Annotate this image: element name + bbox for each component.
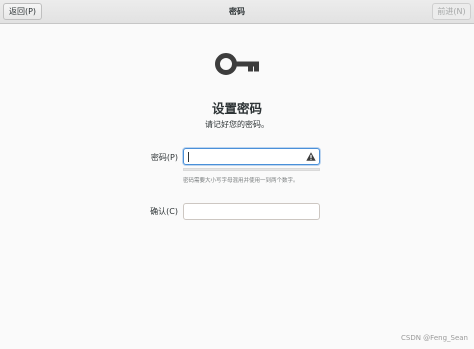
confirm-label: 确认(C) [150,207,178,216]
page-subtitle: 请记好您的密码。 [205,120,269,129]
next-button[interactable]: 前进(N) [432,3,471,20]
watermark: CSDN @Feng_Sean [401,334,468,342]
key-icon [215,53,259,75]
password-strength-bar [183,168,320,171]
page-title: 设置密码 [211,101,262,116]
confirm-input[interactable] [183,203,320,220]
back-button[interactable]: 返回(P) [3,3,42,20]
window-title: 密码 [229,7,245,16]
password-hint: 密码需要大小写字母混用并使用一到两个数字。 [183,178,299,184]
password-input[interactable] [183,148,320,165]
header-bar: 返回(P) 密码 前进(N) [0,0,474,24]
warning-icon[interactable] [306,152,316,161]
text-caret [188,152,189,162]
password-label: 密码(P) [150,153,178,162]
